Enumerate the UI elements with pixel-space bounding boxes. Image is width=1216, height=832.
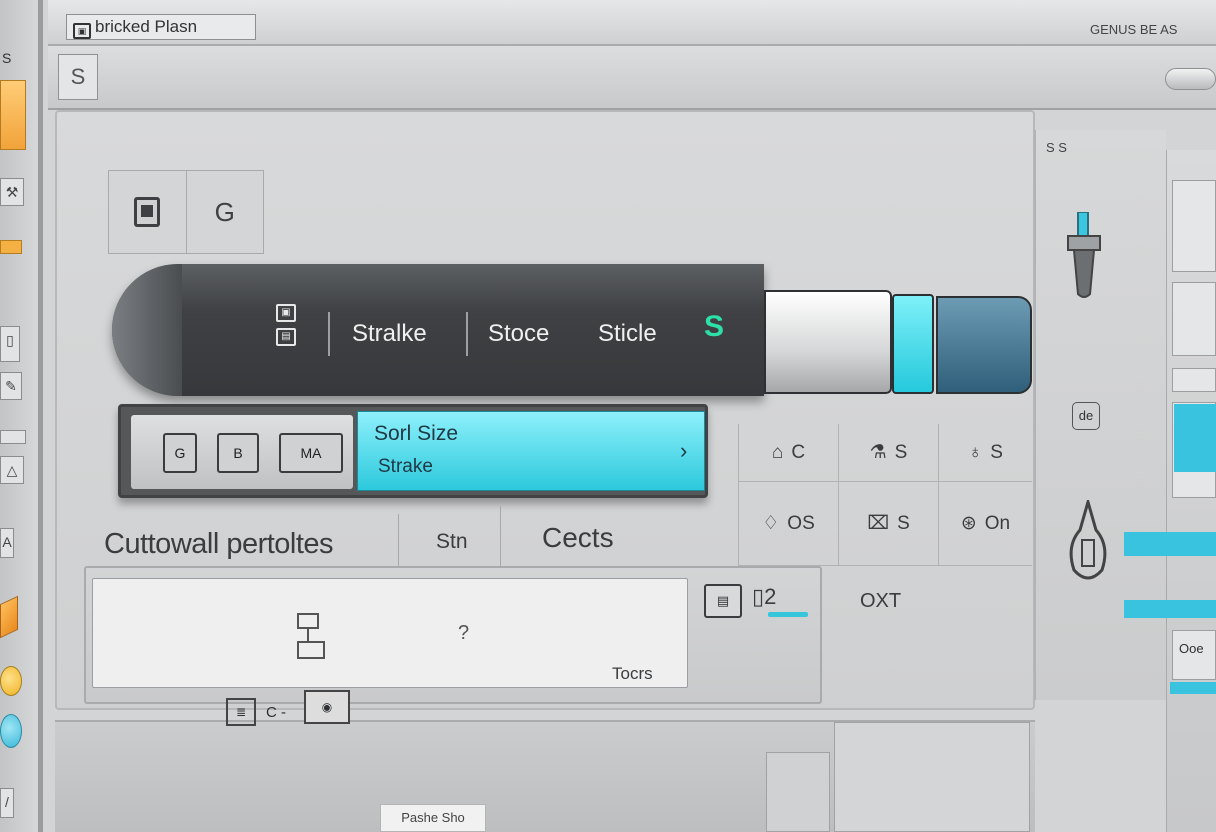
font-row: G B MA Sorl Size Strake › [118,404,708,498]
stroke-tab-stralke[interactable]: Stralke [352,320,427,348]
font-icon-ma[interactable]: MA [279,433,343,473]
bottom-panel-b [834,722,1030,832]
grid-cell-s3[interactable]: ⌧ S [838,482,938,566]
cyan-strip-2[interactable] [1124,600,1216,618]
stroke-small-icons: ▣ ▤ [276,304,298,354]
dock-label-s: S [2,50,12,66]
properties-input[interactable] [92,578,688,688]
dock-divider [0,430,26,444]
document-icon [134,197,161,227]
stroke-bar-cap [112,264,182,396]
glyph-icon: G [214,196,235,227]
font-icon-b[interactable]: B [217,433,259,473]
stroke-separator [328,312,330,356]
brush-icon[interactable] [1064,212,1104,300]
app-title-text: bricked Plasn [95,17,198,36]
grid-cell-on[interactable]: ⊛ On [938,482,1032,566]
stroke-separator [466,312,468,356]
thumb-3[interactable] [1172,368,1216,392]
icon-pair: G [108,170,264,254]
font-size-label: Sorl Size [374,422,459,445]
wrench-icon[interactable]: ⚒ [0,178,24,206]
document-button[interactable] [109,171,186,253]
dock-yellow-swatch[interactable] [0,666,22,696]
stroke-teal-segment[interactable] [936,296,1032,394]
app-logo-icon: ▣ [73,23,91,39]
pen-nib-icon[interactable] [1066,500,1110,590]
dock-orange-diamond[interactable] [0,595,18,639]
ox-label: OXT [860,590,902,612]
properties-title: Cuttowall pertoltes [104,528,334,560]
right-tab-icons[interactable]: S S [1046,140,1166,170]
font-row-icons: G B MA [131,415,353,489]
grid-cell-c[interactable]: ⌂ C [738,424,838,482]
shape-icon: ⌂ [771,441,784,463]
dock-orange-tool[interactable] [0,80,26,150]
thumb-2[interactable] [1172,282,1216,356]
title-right-text: GENUS BE AS [1090,22,1178,37]
layers-small-icon[interactable]: ▤ [276,328,296,346]
bottom-tag: Pashe Sho [380,804,486,832]
pencil-icon[interactable]: ✎ [0,372,22,400]
flowchart-icon [297,613,325,659]
chevron-right-icon: › [680,438,688,463]
thumb-4-cyan [1174,404,1216,472]
lower-separator [398,514,399,570]
camera-icon[interactable]: ◉ [304,690,350,724]
stroke-white-segment[interactable] [764,290,892,394]
bucket-icon: ⚗ [869,442,887,463]
cyan-strip-3 [1170,682,1216,694]
grid-cell-os[interactable]: ♢ OS [738,482,838,566]
grid-cell-s2[interactable]: ♁ S [938,424,1032,482]
dock-color-swatch[interactable] [0,240,22,254]
dock-bottom-icon[interactable]: / [0,788,14,818]
stroke-tab-sticle[interactable]: Sticle [598,320,657,348]
thumb-1[interactable] [1172,180,1216,272]
tocrs-label: Tocrs [612,664,653,683]
dock-blue-swatch[interactable] [0,714,22,748]
input-placeholder-glyph: ? [458,622,470,644]
dock-panel-icon[interactable]: ▯ [0,326,20,362]
font-icon-g[interactable]: G [163,433,197,473]
lasso-icon: ⊛ [960,513,977,534]
stroke-cyan-segment[interactable] [892,294,934,394]
battery-icon: ▯ [752,584,765,609]
bottom-icons: ≣ C - ◉ [226,690,356,730]
cyan-strip-1[interactable] [1124,532,1216,556]
eraser-icon: ⌧ [867,513,890,534]
image-insert-button[interactable]: ▤ [704,584,742,618]
thumb-5[interactable]: Ooe [1172,630,1216,680]
top-right-slider-knob[interactable] [1165,68,1216,90]
lower-separator [500,506,501,570]
strake-label: Strake [378,456,433,477]
list-icon[interactable]: ≣ [226,698,256,726]
bottom-panel-a [766,752,830,832]
triangle-icon[interactable]: △ [0,456,24,484]
font-size-dropdown[interactable]: Sorl Size Strake › [357,411,705,491]
s-tool-button[interactable]: S [58,54,98,100]
drop-icon: ♁ [968,441,983,463]
glyph-button[interactable]: G [185,171,264,253]
lower-tab-stn[interactable]: Stn [436,530,468,554]
left-dock: S ⚒ ▯ ✎ △ A / [0,0,40,832]
stroke-tab-stoce[interactable]: Stoce [488,320,549,348]
lower-tab-cects[interactable]: Cects [542,522,614,554]
toolbar-strip [48,46,1216,110]
drop-outline-icon: ♢ [762,513,780,534]
active-underline [768,612,808,617]
app-title: ▣ bricked Plasn [66,14,256,40]
dock-text-icon[interactable]: A [0,528,14,558]
grid-cell-s1[interactable]: ⚗ S [838,424,938,482]
document-small-icon[interactable]: ▣ [276,304,296,322]
bottom-icons-text: C - [266,704,286,721]
stroke-bar-dark [112,264,764,396]
right-de-button[interactable]: de [1072,402,1100,430]
stroke-bar: ▣ ▤ Stralke Stoce Sticle S [112,264,1032,396]
green-swirl-icon[interactable]: S [704,310,724,344]
